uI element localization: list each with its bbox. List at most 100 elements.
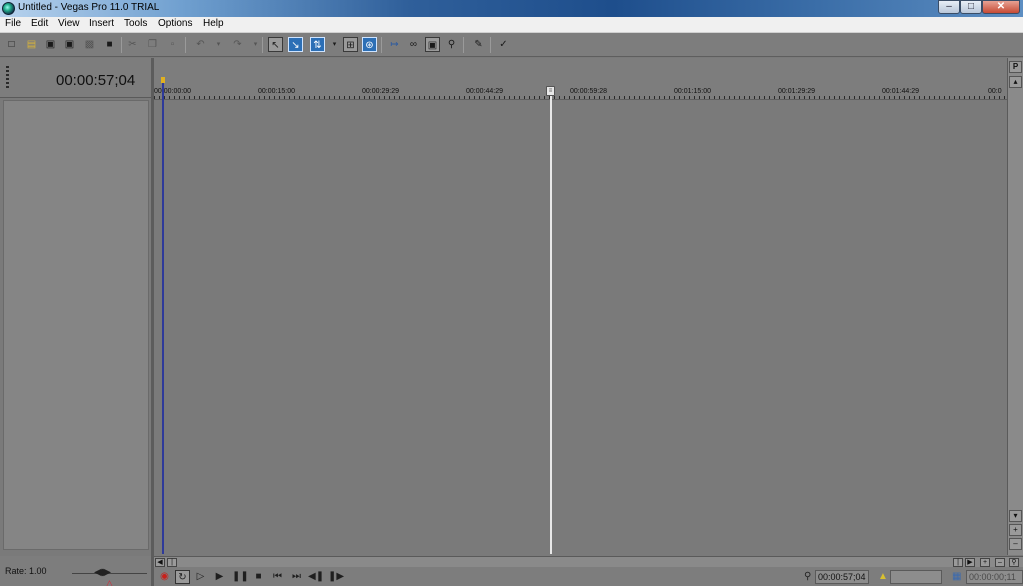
zoom-in-horizontal-button[interactable]: + (980, 558, 990, 567)
undo-icon[interactable]: ↶ (193, 37, 208, 52)
project-start-line (162, 78, 164, 554)
edit-tool-dropdown-icon[interactable]: ▾ (327, 37, 342, 52)
zoom-out-vertical-button[interactable]: – (1009, 538, 1022, 550)
scroll-thumb-left[interactable]: | (167, 558, 177, 567)
timeline-track-area[interactable] (154, 100, 1007, 555)
menu-view[interactable]: View (58, 18, 80, 29)
rate-marker-icon: △ (106, 578, 113, 586)
zoom-icon[interactable]: ⚲ (444, 37, 459, 52)
pause-icon[interactable]: ❚❚ (232, 570, 249, 584)
scroll-thumb-right[interactable]: | (953, 558, 963, 567)
new-icon[interactable]: □ (4, 37, 19, 52)
render-icon[interactable]: ▩ (82, 37, 97, 52)
undo-dropdown-icon[interactable]: ▾ (211, 37, 226, 52)
track-list-panel[interactable] (3, 100, 149, 550)
ruler-label: 00:00:15:00 (258, 88, 295, 95)
menu-help[interactable]: Help (203, 18, 224, 29)
what-is-this-icon[interactable]: ✓ (496, 37, 511, 52)
title-bar: Untitled - Vegas Pro 11.0 TRIAL – □ ✕ (0, 0, 1023, 17)
auto-crossfade-icon[interactable]: ✎ (471, 37, 486, 52)
docking-grip-icon[interactable] (6, 66, 9, 88)
enable-snapping-icon[interactable]: ⊛ (362, 37, 377, 52)
normal-edit-tool-icon[interactable]: ↖ (268, 37, 283, 52)
envelope-edit-tool-icon[interactable]: ↘ (288, 37, 303, 52)
lock-envelopes-icon[interactable]: ▣ (425, 37, 440, 52)
close-button[interactable]: ✕ (982, 0, 1020, 14)
scroll-left-button[interactable]: ◀ (155, 558, 165, 567)
menu-bar: File Edit View Insert Tools Options Help (0, 17, 1023, 33)
selection-edit-tool-icon[interactable]: ⇅ (310, 37, 325, 52)
project-start-flag-icon[interactable] (161, 77, 165, 83)
previous-frame-icon[interactable]: ◀❚ (308, 570, 324, 584)
menu-edit[interactable]: Edit (31, 18, 48, 29)
zoom-in-vertical-button[interactable]: + (1009, 524, 1022, 536)
ruler-label: 00:01:15:00 (674, 88, 711, 95)
rate-slider-handle-icon[interactable]: ◀◆▶ (94, 567, 111, 578)
marker-bar[interactable] (154, 58, 1007, 83)
ruler-label: 00:00:00:00 (154, 88, 191, 95)
ruler-ticks (154, 96, 1007, 99)
main-toolbar: □ ▤ ▣ ▣ ▩ ■ ✂ ❐ ▫ ↶ ▾ ↷ ▾ ↖ ↘ ⇅ ▾ ⊞ ⊛ ↦ … (0, 33, 1023, 57)
properties-icon[interactable]: ■ (102, 37, 117, 52)
split-icon[interactable]: ↦ (387, 37, 402, 52)
toolbar-separator (262, 37, 263, 53)
ruler-label: 00:00:59:28 (570, 88, 607, 95)
toolbar-separator (121, 37, 122, 53)
toolbar-separator (381, 37, 382, 53)
minimize-button[interactable]: – (938, 0, 960, 14)
cursor-time-display[interactable]: 00:00:57;04 (56, 72, 135, 89)
paste-icon[interactable]: ▫ (165, 37, 180, 52)
scroll-up-button[interactable]: ▴ (1009, 76, 1022, 88)
record-icon[interactable]: ◉ (157, 570, 172, 584)
save-as-icon[interactable]: ▣ (62, 37, 77, 52)
cursor-position-icon: ⚲ (804, 571, 812, 582)
toolbar-separator (490, 37, 491, 53)
cursor-handle-icon[interactable]: ≡ (546, 86, 555, 96)
window-title: Untitled - Vegas Pro 11.0 TRIAL (18, 2, 160, 13)
ignore-event-grouping-icon[interactable]: ∞ (406, 37, 421, 52)
selection-icon: ▲ (878, 571, 888, 582)
save-icon[interactable]: ▣ (43, 37, 58, 52)
rate-slider-track[interactable] (72, 573, 147, 574)
horizontal-scrollbar[interactable]: ◀ | | ▶ + – ⚲ (154, 556, 1023, 567)
timeline-cursor[interactable] (550, 86, 552, 554)
ruler-label: 00:00:29:29 (362, 88, 399, 95)
open-icon[interactable]: ▤ (24, 37, 39, 52)
loop-playback-icon[interactable]: ↻ (175, 570, 190, 584)
go-to-start-icon[interactable]: ⏮ (270, 570, 285, 584)
cursor-position-field[interactable]: 00:00:57;04 (815, 570, 869, 584)
redo-icon[interactable]: ↷ (230, 37, 245, 52)
vertical-scrollbar[interactable]: P ▴ ▾ + – (1007, 58, 1023, 555)
track-list-footer: Rate: 1.00 ◀◆▶ △ (0, 556, 151, 586)
scroll-right-button[interactable]: ▶ (965, 558, 975, 567)
length-readout-field[interactable]: 00:00:00;11 (966, 570, 1023, 584)
auto-ripple-icon[interactable]: ⊞ (343, 37, 358, 52)
vegas-app-icon[interactable] (2, 2, 15, 15)
play-icon[interactable]: ▶ (212, 570, 227, 584)
ruler-label: 00:01:44:29 (882, 88, 919, 95)
transport-bar: ◉ ↻ ▷ ▶ ❚❚ ■ ⏮ ⏭ ◀❚ ❚▶ ⚲ 00:00:57;04 ▲ ▦… (154, 567, 1023, 586)
maximize-button[interactable]: □ (960, 0, 982, 14)
menu-tools[interactable]: Tools (124, 18, 147, 29)
scroll-down-button[interactable]: ▾ (1009, 510, 1022, 522)
copy-icon[interactable]: ❐ (145, 37, 160, 52)
time-ruler[interactable]: 00:00:00:00 00:00:15:00 00:00:29:29 00:0… (154, 83, 1007, 100)
menu-options[interactable]: Options (158, 18, 192, 29)
vegas-pro-window: Untitled - Vegas Pro 11.0 TRIAL – □ ✕ Fi… (0, 0, 1023, 586)
selection-length-field[interactable] (890, 570, 942, 584)
ruler-label: 00:00:44:29 (466, 88, 503, 95)
menu-file[interactable]: File (5, 18, 21, 29)
menu-insert[interactable]: Insert (89, 18, 114, 29)
zoom-tool-icon[interactable]: ⚲ (1009, 558, 1019, 567)
stop-icon[interactable]: ■ (251, 570, 266, 584)
redo-dropdown-icon[interactable]: ▾ (248, 37, 263, 52)
zoom-out-horizontal-button[interactable]: – (995, 558, 1005, 567)
next-frame-icon[interactable]: ❚▶ (328, 570, 344, 584)
ruler-label: 00:0 (988, 88, 1002, 95)
pin-button[interactable]: P (1009, 61, 1022, 73)
cut-icon[interactable]: ✂ (125, 37, 140, 52)
play-from-start-icon[interactable]: ▷ (193, 570, 208, 584)
playback-rate-label: Rate: 1.00 (5, 566, 47, 576)
go-to-end-icon[interactable]: ⏭ (289, 570, 304, 584)
toolbar-separator (463, 37, 464, 53)
